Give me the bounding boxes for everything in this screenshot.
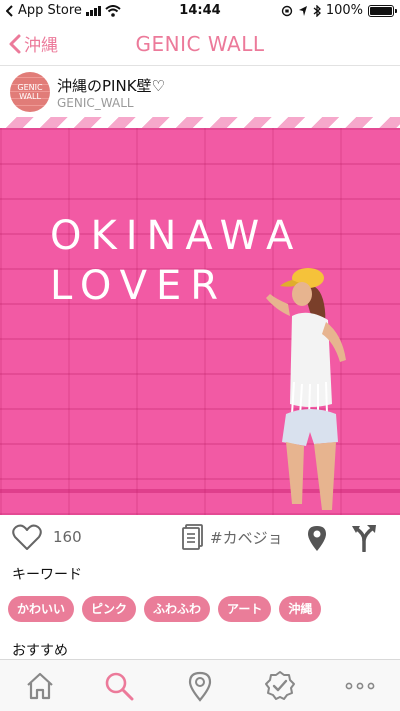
tag-chip[interactable]: ピンク	[82, 596, 137, 622]
battery-percent: 100%	[325, 3, 363, 18]
post-author[interactable]: GENIC_WALL	[57, 96, 134, 110]
document-icon	[182, 524, 203, 550]
hero-text-line1: OKINAWA	[50, 213, 303, 259]
avatar[interactable]: GENIC WALL	[10, 72, 50, 112]
tag-chip[interactable]: 沖縄	[279, 596, 322, 622]
note-button[interactable]: #カベジョ	[182, 524, 283, 550]
heart-icon[interactable]	[12, 523, 42, 551]
page-title: GENIC WALL	[135, 32, 265, 56]
person-figure	[266, 268, 346, 510]
keyword-heading: キーワード	[12, 567, 82, 583]
nav-bar: 沖縄 GENIC WALL	[0, 22, 400, 66]
avatar-text-1: GENIC	[17, 83, 43, 92]
route-icon[interactable]	[351, 524, 377, 552]
hero-photo[interactable]: OKINAWA LOVER	[0, 117, 400, 515]
home-icon[interactable]	[24, 670, 56, 702]
map-pin-icon[interactable]	[305, 524, 329, 552]
more-icon[interactable]	[344, 670, 376, 702]
post-title: 沖縄のPINK壁♡	[57, 77, 165, 95]
tag-chip[interactable]: かわいい	[8, 596, 75, 622]
note-label: #カベジョ	[210, 528, 283, 547]
check-badge-icon[interactable]	[264, 670, 296, 702]
orientation-lock-icon	[281, 5, 293, 16]
hero-text-line2: LOVER	[50, 263, 228, 309]
action-bar: 160 #カベジョ	[0, 516, 400, 558]
battery-icon	[368, 4, 397, 17]
bluetooth-icon	[313, 4, 321, 17]
post-header: GENIC WALL 沖縄のPINK壁♡ GENIC_WALL	[0, 67, 400, 117]
recommend-heading: おすすめ	[12, 643, 68, 659]
tag-chip[interactable]: アート	[218, 596, 272, 622]
hero-top-stripe	[0, 117, 400, 128]
tab-bar	[0, 659, 400, 711]
status-bar: App Store 14:44 100%	[0, 0, 400, 22]
location-icon[interactable]	[184, 670, 216, 702]
avatar-text-2: WALL	[19, 92, 41, 101]
status-right: 100%	[281, 3, 397, 18]
tag-chip[interactable]: ふわふわ	[144, 596, 211, 622]
tag-list: かわいい ピンク ふわふわ アート 沖縄	[8, 596, 322, 622]
like-count: 160	[53, 528, 82, 546]
location-arrow-icon	[298, 5, 307, 16]
search-icon[interactable]	[103, 670, 135, 702]
